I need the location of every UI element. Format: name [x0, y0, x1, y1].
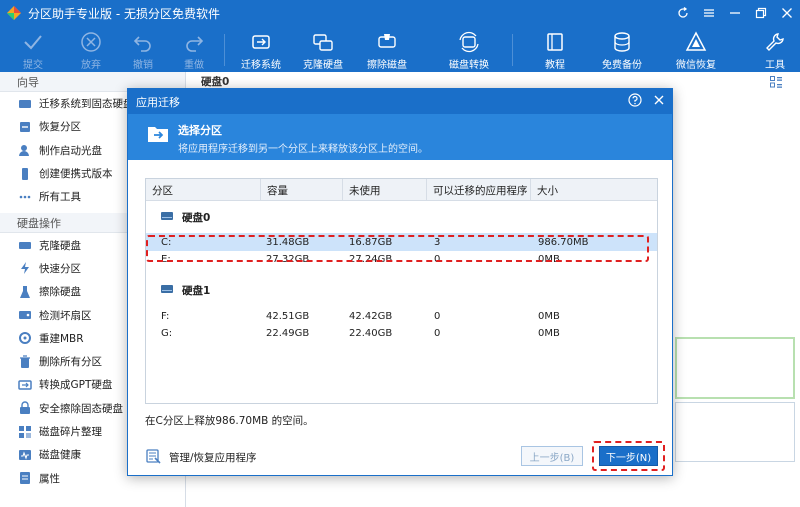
free-backup-button[interactable]: 免费备份 — [602, 26, 642, 72]
tools-button[interactable]: 工具 — [764, 26, 786, 72]
disk-convert-button[interactable]: 磁盘转换 — [449, 26, 489, 72]
column-migratable-apps[interactable]: 可以迁移的应用程序 — [426, 179, 530, 201]
app-logo-icon — [6, 5, 22, 21]
clone-icon — [18, 238, 32, 252]
recover-icon — [18, 120, 32, 134]
submit-button[interactable]: 提交 — [22, 26, 44, 72]
table-header: 分区 容量 未使用 可以迁移的应用程序 大小 — [146, 179, 657, 201]
dialog-title: 应用迁移 — [136, 95, 180, 109]
tutorial-button[interactable]: 教程 — [544, 26, 566, 72]
gpt-icon — [18, 378, 32, 392]
restore-icon[interactable] — [748, 0, 774, 26]
help-icon[interactable] — [628, 93, 642, 110]
toolbar-separator — [224, 34, 225, 66]
dialog-subheading: 将应用程序迁移到另一个分区上来释放该分区上的空间。 — [178, 144, 428, 155]
layout-toggle-icon[interactable] — [770, 76, 782, 91]
disk-icon — [160, 283, 174, 298]
disk-icon — [160, 210, 174, 225]
health-icon — [18, 448, 32, 462]
previous-button[interactable]: 上一步(B) — [521, 446, 583, 466]
undo-button[interactable]: 撤销 — [132, 26, 154, 72]
folder-migrate-icon — [146, 122, 170, 149]
refresh-icon[interactable] — [670, 0, 696, 26]
close-window-icon[interactable] — [774, 0, 800, 26]
disk-convert-icon — [459, 31, 479, 53]
discard-button[interactable]: 放弃 — [80, 26, 102, 72]
app-migration-dialog: 应用迁移 选择分区 将应用程序迁移到另一个分区上来释放该分区上的空间。 分区 容… — [127, 88, 673, 476]
column-capacity[interactable]: 容量 — [260, 179, 342, 201]
column-unused[interactable]: 未使用 — [342, 179, 426, 201]
dialog-title-bar: 应用迁移 — [128, 89, 672, 114]
more-icon — [18, 190, 32, 204]
delete-all-icon — [18, 354, 32, 369]
rebuild-mbr-icon — [18, 331, 32, 345]
window-title: 分区助手专业版 - 无损分区免费软件 — [28, 6, 220, 21]
dialog-header-banner: 选择分区 将应用程序迁移到另一个分区上来释放该分区上的空间。 — [128, 114, 672, 160]
wipe-disk-button[interactable]: 擦除磁盘 — [367, 26, 407, 72]
migrate-os-button[interactable]: 迁移系统 — [241, 26, 281, 72]
minimize-icon[interactable] — [722, 0, 748, 26]
dialog-close-icon[interactable] — [652, 93, 666, 110]
check-icon — [24, 35, 42, 50]
portable-icon — [18, 167, 32, 181]
migrate-icon — [18, 97, 32, 111]
partition-table: 分区 容量 未使用 可以迁移的应用程序 大小 硬盘0 C: 31.48GB 16… — [145, 178, 658, 404]
secure-erase-icon — [18, 401, 32, 415]
toolbar-separator — [512, 34, 513, 66]
discard-icon — [81, 32, 101, 52]
redo-button[interactable]: 重做 — [183, 26, 205, 72]
column-partition[interactable]: 分区 — [146, 179, 260, 201]
clone-disk-icon — [313, 34, 333, 51]
boot-disc-icon — [18, 143, 32, 157]
table-row[interactable]: G: 22.49GB 22.40GB 0 0MB — [146, 324, 657, 342]
menu-icon[interactable] — [696, 0, 722, 26]
wechat-restore-icon — [685, 31, 707, 51]
wrench-icon — [766, 33, 784, 51]
manage-apps-link[interactable]: 管理/恢复应用程序 — [145, 448, 257, 467]
redo-icon — [186, 36, 204, 52]
disk-group-0: 硬盘0 — [160, 209, 210, 225]
highlight-next-button — [592, 441, 665, 471]
partition-graphic-green[interactable] — [675, 337, 795, 399]
tutorial-book-icon — [547, 33, 563, 51]
table-row[interactable]: F: 42.51GB 42.42GB 0 0MB — [146, 307, 657, 325]
clone-disk-button[interactable]: 克隆硬盘 — [303, 26, 343, 72]
partition-graphic-blue[interactable] — [675, 402, 795, 462]
wipe-disk-icon — [378, 34, 396, 48]
wechat-restore-button[interactable]: 微信恢复 — [676, 26, 716, 72]
defrag-icon — [18, 425, 32, 439]
undo-icon — [133, 36, 151, 52]
migrate-os-icon — [252, 35, 270, 49]
free-space-status: 在C分区上释放986.70MB 的空间。 — [145, 415, 314, 427]
wipe-icon — [18, 285, 32, 299]
manage-apps-icon — [145, 448, 161, 467]
toolbar: 提交 放弃 撤销 重做 迁移系统 克隆硬盘 擦除磁盘 磁盘转换 教程 免费备份 … — [0, 26, 800, 72]
column-size[interactable]: 大小 — [530, 179, 657, 201]
title-bar: 分区助手专业版 - 无损分区免费软件 — [0, 0, 800, 26]
dialog-heading: 选择分区 — [178, 124, 222, 137]
highlight-selected-row — [146, 235, 649, 262]
backup-icon — [614, 32, 630, 52]
scan-icon — [18, 308, 32, 322]
quick-partition-icon — [18, 261, 32, 275]
properties-icon — [18, 471, 32, 485]
disk-group-1: 硬盘1 — [160, 282, 210, 298]
